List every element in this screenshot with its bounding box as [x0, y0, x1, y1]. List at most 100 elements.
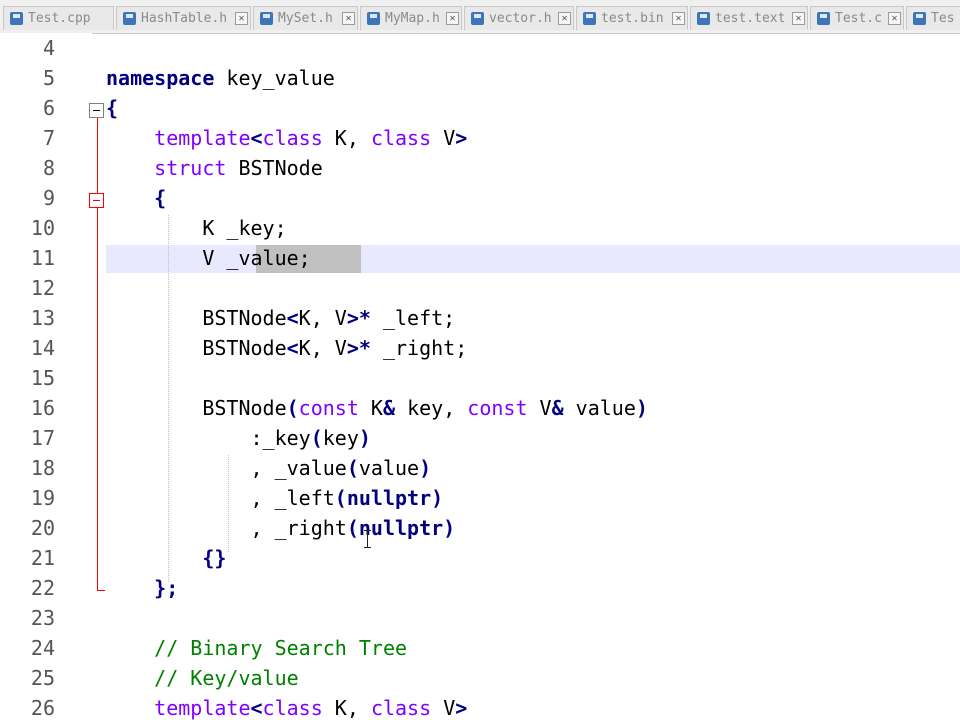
code-line[interactable]: BSTNode<K, V>* _right;	[106, 336, 467, 360]
code-token: BSTNode	[106, 336, 287, 360]
tab-label: Test.cpp	[28, 11, 91, 26]
code-token: };	[154, 576, 179, 600]
fold-minus-icon[interactable]	[89, 193, 104, 208]
code-token: K _key;	[106, 216, 287, 240]
code-line[interactable]: BSTNode<K, V>* _left;	[106, 306, 455, 330]
code-token: V _value;	[106, 246, 311, 270]
code-token: >*	[346, 336, 371, 360]
code-token: value	[358, 456, 420, 480]
code-token: K,	[322, 696, 371, 720]
tab-test-partial[interactable]: Tes	[906, 6, 960, 30]
tab-myset-h[interactable]: MySet.h ✕	[253, 6, 358, 30]
code-token: )	[443, 516, 456, 540]
code-token: const	[298, 396, 359, 420]
tab-test-bin[interactable]: test.bin ✕	[576, 6, 688, 30]
code-token: V	[431, 126, 456, 150]
line-number: 23	[30, 606, 55, 630]
line-number: 14	[30, 336, 55, 360]
code-line[interactable]: // Binary Search Tree	[106, 636, 407, 660]
line-number: 24	[30, 636, 55, 660]
tab-vector-h[interactable]: vector.h ✕	[464, 6, 574, 30]
code-line[interactable]: struct BSTNode	[106, 156, 323, 180]
line-number: 17	[30, 426, 55, 450]
code-line[interactable]: V _value;	[106, 246, 311, 270]
line-number: 21	[30, 546, 55, 570]
code-line[interactable]: :_key(key)	[106, 426, 370, 450]
code-line[interactable]: , _left(nullptr)	[106, 486, 443, 510]
code-token: {	[106, 96, 119, 120]
line-number: 6	[42, 96, 55, 120]
code-line[interactable]: namespace key_value	[106, 66, 335, 90]
code-line[interactable]: BSTNode(const K& key, const V& value)	[106, 396, 648, 420]
tab-hashtable-h[interactable]: HashTable.h ✕	[116, 6, 251, 30]
code-token: _right;	[370, 336, 468, 360]
code-editor[interactable]: 4 5 6 7 8 9 10 11 12 13 14 15 16 17 18 19 20 21 22 23 24 25 26…	[0, 33, 960, 720]
close-icon[interactable]: ✕	[342, 12, 355, 25]
close-icon[interactable]: ✕	[558, 12, 571, 25]
close-icon[interactable]: ✕	[672, 12, 685, 25]
code-line[interactable]: };	[106, 576, 178, 600]
line-number: 22	[30, 576, 55, 600]
tab-label: MySet.h	[278, 11, 333, 26]
line-number: 10	[30, 216, 55, 240]
code-token: key	[322, 426, 359, 450]
close-icon[interactable]: ✕	[235, 12, 248, 25]
line-number: 26	[30, 696, 55, 720]
code-token: BSTNode	[226, 156, 323, 180]
code-token: , _value	[106, 456, 347, 480]
code-line[interactable]: , _value(value)	[106, 456, 431, 480]
code-token: K, V	[298, 336, 347, 360]
code-line[interactable]: {}	[106, 546, 226, 570]
code-line[interactable]: template<class K, class V>	[106, 696, 467, 720]
tab-test-cpp[interactable]: Test.cpp	[3, 6, 114, 30]
tab-label: vector.h	[489, 11, 552, 26]
code-token: K,	[322, 126, 371, 150]
line-number: 13	[30, 306, 55, 330]
code-line[interactable]: {	[106, 96, 118, 120]
code-line[interactable]: // Key/value	[106, 666, 299, 690]
tab-test-text[interactable]: test.text ✕	[690, 6, 808, 30]
close-icon[interactable]: ✕	[446, 12, 459, 25]
code-token: template	[154, 696, 251, 720]
code-token: class	[262, 126, 323, 150]
code-token: key_value	[214, 66, 335, 90]
save-disk-icon	[123, 12, 136, 25]
code-token: <	[250, 696, 263, 720]
code-token: :_key	[106, 426, 311, 450]
code-line[interactable]: template<class K, class V>	[106, 126, 467, 150]
line-number: 19	[30, 486, 55, 510]
code-token: (	[346, 456, 359, 480]
fold-minus-icon[interactable]	[89, 103, 104, 118]
line-number: 4	[42, 36, 55, 60]
line-number: 11	[30, 246, 55, 270]
save-disk-icon	[10, 12, 23, 25]
code-token: template	[154, 126, 251, 150]
code-token: (	[310, 426, 323, 450]
code-token: K, V	[298, 306, 347, 330]
code-line[interactable]: , _right(nullptr)	[106, 516, 455, 540]
ibeam-cursor-icon	[364, 530, 372, 548]
line-number: 18	[30, 456, 55, 480]
code-token: {	[154, 186, 167, 210]
code-token: const	[467, 396, 528, 420]
tab-label: Tes	[931, 11, 955, 26]
code-token: key,	[395, 396, 468, 420]
code-token: BSTNode	[106, 306, 287, 330]
code-token: nullptr	[346, 486, 432, 510]
close-icon[interactable]: ✕	[888, 12, 901, 25]
line-number: 25	[30, 666, 55, 690]
save-disk-icon	[817, 12, 830, 25]
tab-test-c[interactable]: Test.c ✕	[810, 6, 904, 30]
code-token: V	[527, 396, 552, 420]
code-token: >*	[346, 306, 371, 330]
line-number: 7	[42, 126, 55, 150]
code-line[interactable]: {	[106, 186, 166, 210]
tab-mymap-h[interactable]: MyMap.h ✕	[360, 6, 462, 30]
close-icon[interactable]: ✕	[792, 12, 805, 25]
code-token: // Key/value	[154, 666, 299, 690]
code-line[interactable]: K _key;	[106, 216, 287, 240]
